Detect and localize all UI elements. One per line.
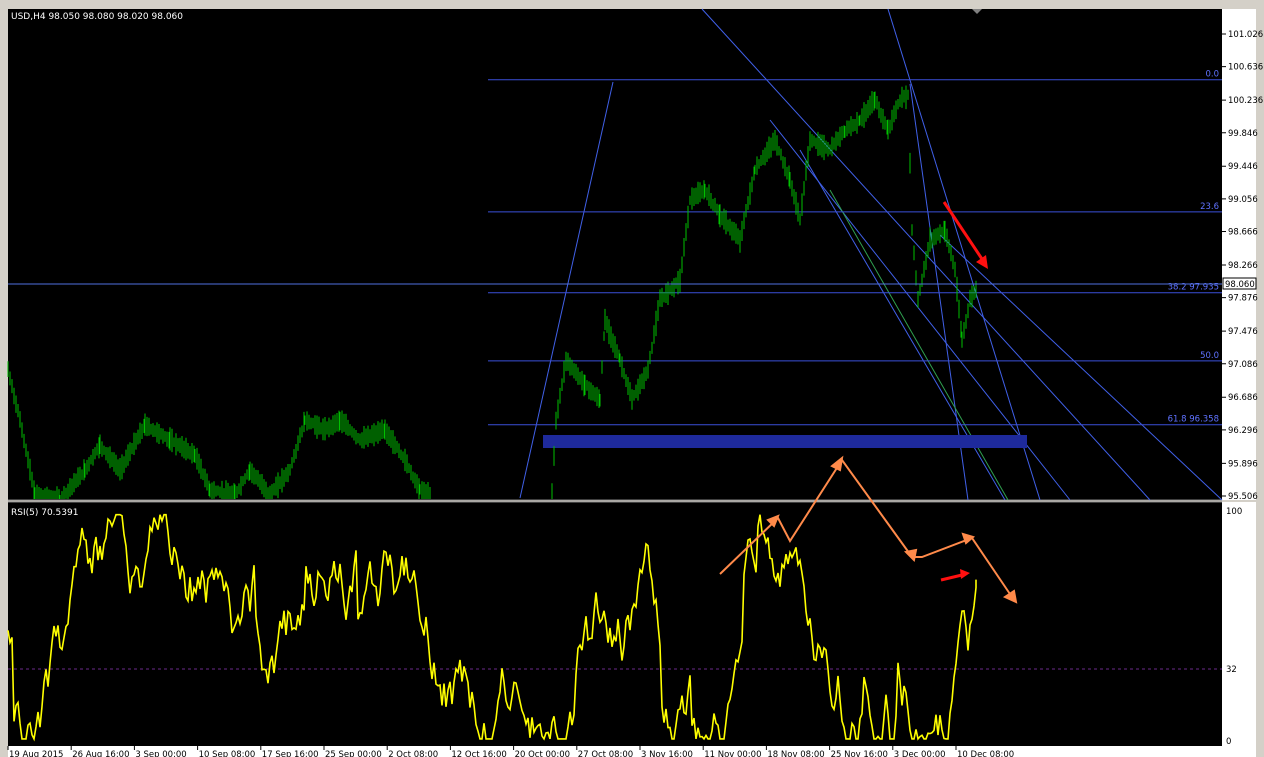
rsi-panel-area[interactable] [8, 502, 1222, 746]
rsi-level-32-label: 32 [1226, 665, 1237, 675]
time-tick-label: 27 Oct 08:00 [578, 750, 633, 757]
price-tick-label: 95.506 [1228, 492, 1258, 502]
price-tick-label: 97.476 [1228, 327, 1258, 337]
time-tick-label: 11 Nov 00:00 [704, 750, 761, 757]
price-tick-label: 100.236 [1228, 96, 1263, 106]
price-axis-labels: 101.026 100.636 100.236 99.846 99.446 99.056 9… [1222, 30, 1263, 502]
time-tick-label: 25 Sep 00:00 [325, 750, 382, 757]
time-tick-label: 3 Dec 00:00 [894, 750, 946, 757]
time-tick-label: 18 Nov 08:00 [767, 750, 824, 757]
chart-header: USD,H4 98.050 98.080 98.020 98.060 [11, 12, 183, 22]
current-price-tag: 98.060 [1225, 280, 1255, 290]
time-tick-label: 2 Oct 08:00 [388, 750, 438, 757]
time-tick-label: 25 Nov 16:00 [831, 750, 888, 757]
price-tick-label: 96.296 [1228, 426, 1258, 436]
time-tick-label: 12 Oct 16:00 [451, 750, 506, 757]
rsi-header: RSI(5) 70.5391 [11, 508, 78, 518]
price-tick-label: 95.896 [1228, 459, 1258, 469]
terminal-frame: 0.0 23.6 38.2 97.935 50.0 61.8 96.358 USD,H4… [0, 0, 1264, 757]
price-tick-label: 97.086 [1228, 360, 1258, 370]
time-tick-label: 3 Nov 16:00 [641, 750, 693, 757]
time-tick-label: 10 Dec 08:00 [957, 750, 1014, 757]
time-tick-label: 19 Aug 2015 [9, 750, 63, 757]
main-chart-area[interactable] [8, 9, 1222, 500]
fib-level-label: 50.0 [1200, 351, 1219, 361]
price-tick-label: 99.846 [1228, 129, 1258, 139]
price-tick-label: 99.446 [1228, 162, 1258, 172]
time-tick-label: 17 Sep 16:00 [262, 750, 319, 757]
price-tick-label: 98.266 [1228, 261, 1258, 271]
price-tick-label: 98.666 [1228, 228, 1258, 238]
fib-level-label: 0.0 [1205, 70, 1219, 80]
price-tick-label: 100.636 [1228, 63, 1263, 73]
time-tick-label: 3 Sep 00:00 [135, 750, 186, 757]
rsi-axis [1222, 502, 1256, 746]
time-tick-label: 26 Aug 16:00 [72, 750, 129, 757]
price-tick-label: 96.686 [1228, 393, 1258, 403]
rsi-level-100: 100 [1226, 507, 1242, 517]
price-tick-label: 99.056 [1228, 195, 1258, 205]
rsi-level-0: 0 [1226, 737, 1231, 747]
time-tick-label: 20 Oct 00:00 [515, 750, 570, 757]
price-tick-label: 97.876 [1228, 294, 1258, 304]
fib-level-label: 23.6 [1200, 202, 1219, 212]
chart-canvas: 0.023.638.2 97.93550.061.8 96.358 USD,H4… [7, 8, 1263, 757]
fib-level-label: 61.8 96.358 [1168, 415, 1219, 425]
support-zone [543, 435, 1027, 448]
time-tick-label: 10 Sep 08:00 [199, 750, 256, 757]
price-tick-label: 101.026 [1228, 30, 1263, 40]
